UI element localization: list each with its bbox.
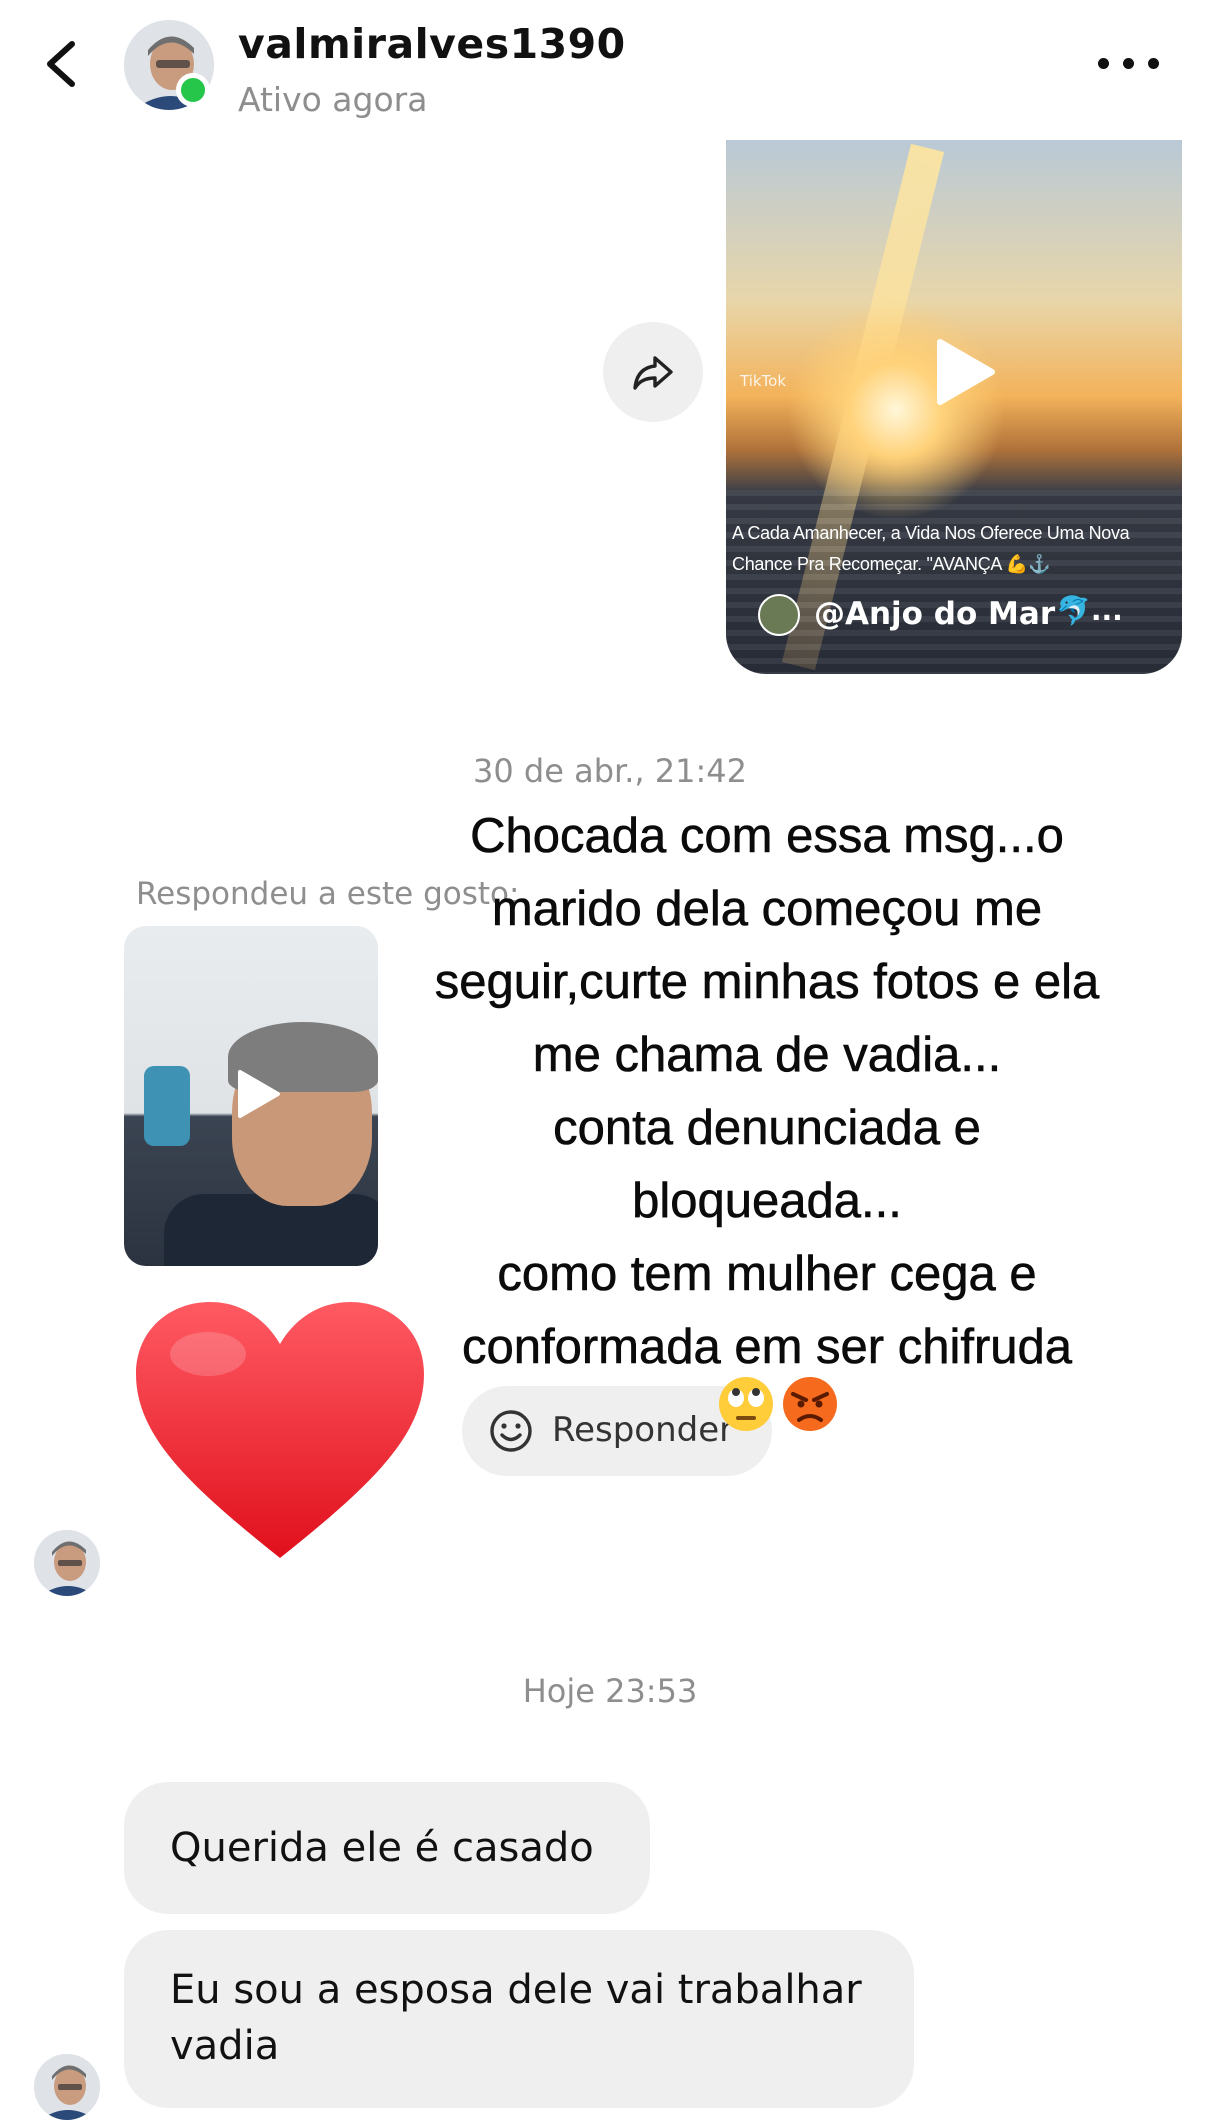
overlay-line: bloqueada... xyxy=(632,1174,902,1229)
chat-username[interactable]: valmiralves1390 xyxy=(238,20,626,68)
chair xyxy=(144,1066,190,1146)
message-text: Querida ele é casado xyxy=(170,1825,594,1871)
online-indicator xyxy=(176,73,210,107)
smiley-icon xyxy=(490,1410,532,1452)
creator-name-suffix: 🐬... xyxy=(1056,594,1123,627)
play-icon[interactable] xyxy=(226,1064,286,1124)
back-button[interactable] xyxy=(38,36,88,92)
overlay-line: me chama de vadia... xyxy=(532,1028,1002,1083)
creator-name[interactable]: @Anjo do Mar xyxy=(814,596,1055,632)
active-status: Ativo agora xyxy=(238,80,428,119)
creator-avatar xyxy=(758,594,800,636)
more-horizontal-icon xyxy=(1098,58,1109,69)
shared-video[interactable]: TikTok A Cada Amanhecer, a Vida Nos Ofer… xyxy=(726,140,1182,674)
sender-avatar[interactable] xyxy=(34,2054,100,2120)
overlay-line: como tem mulher cega e xyxy=(497,1247,1037,1302)
overlay-line: Chocada com essa msg...o xyxy=(470,809,1064,864)
message-bubble[interactable]: Eu sou a esposa dele vai trabalhar vadia xyxy=(124,1930,914,2108)
play-icon[interactable] xyxy=(922,332,1002,412)
video-caption: A Cada Amanhecer, a Vida Nos Oferece Uma… xyxy=(732,523,1130,574)
tiktok-watermark: TikTok xyxy=(740,372,787,390)
angry-emoji-icon xyxy=(783,1377,837,1431)
overlay-line: marido dela começou me xyxy=(491,882,1043,937)
more-dot xyxy=(1148,58,1159,69)
share-arrow-icon xyxy=(633,356,673,390)
heart-icon[interactable] xyxy=(130,1296,430,1566)
more-options-button[interactable] xyxy=(1092,46,1166,80)
eye-roll-emoji-icon xyxy=(719,1377,773,1431)
timestamp: Hoje 23:53 xyxy=(522,1672,698,1710)
more-dot xyxy=(1123,58,1134,69)
message-text: Eu sou a esposa dele vai trabalhar vadia xyxy=(170,1967,862,2069)
timestamp: 30 de abr., 21:42 xyxy=(473,752,747,790)
overlay-line: seguir,curte minhas fotos e ela xyxy=(434,955,1100,1010)
replied-video-thumbnail[interactable] xyxy=(124,926,378,1266)
shirt xyxy=(164,1194,378,1266)
reply-label: Responder xyxy=(552,1410,734,1450)
share-button[interactable] xyxy=(603,322,703,422)
chevron-left-icon xyxy=(47,41,75,87)
overlay-line: conta denunciada e xyxy=(553,1101,981,1156)
message-bubble[interactable]: Querida ele é casado xyxy=(124,1782,650,1914)
sender-avatar[interactable] xyxy=(34,1530,100,1596)
overlay-caption: Chocada com essa msg...o marido dela com… xyxy=(372,800,1162,1384)
